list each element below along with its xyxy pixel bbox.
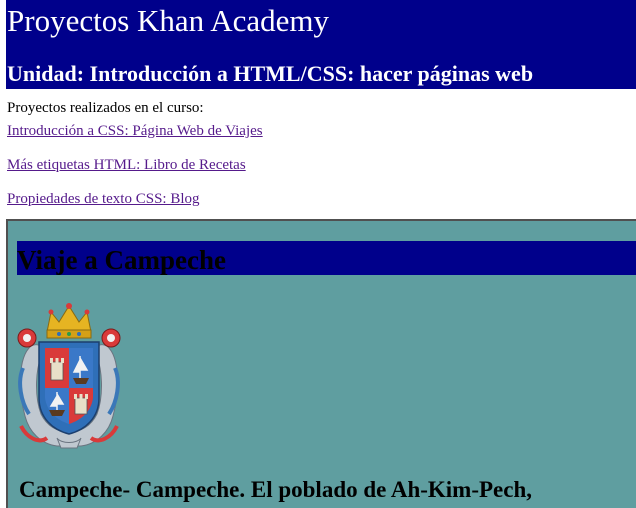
page: Proyectos Khan Academy Unidad: Introducc… xyxy=(0,0,636,508)
preview-heading: Viaje a Campeche xyxy=(17,241,636,275)
preview-paragraph: Campeche- Campeche. El poblado de Ah-Kim… xyxy=(19,477,533,502)
campeche-coat-of-arms-icon xyxy=(17,303,121,449)
project-link-travel-page[interactable]: Introducción a CSS: Página Web de Viajes xyxy=(7,122,263,140)
page-title: Proyectos Khan Academy xyxy=(7,3,329,38)
unit-title: Unidad: Introducción a HTML/CSS: hacer p… xyxy=(7,61,534,86)
project-preview-frame: Viaje a Campeche Campeche- Campeche. El … xyxy=(6,219,636,508)
projects-intro-text: Proyectos realizados en el curso: xyxy=(7,100,204,116)
project-link-recipe-book[interactable]: Más etiquetas HTML: Libro de Recetas xyxy=(7,156,246,174)
project-link-blog[interactable]: Propiedades de texto CSS: Blog xyxy=(7,190,200,208)
header-banner: Proyectos Khan Academy Unidad: Introducc… xyxy=(6,0,636,89)
